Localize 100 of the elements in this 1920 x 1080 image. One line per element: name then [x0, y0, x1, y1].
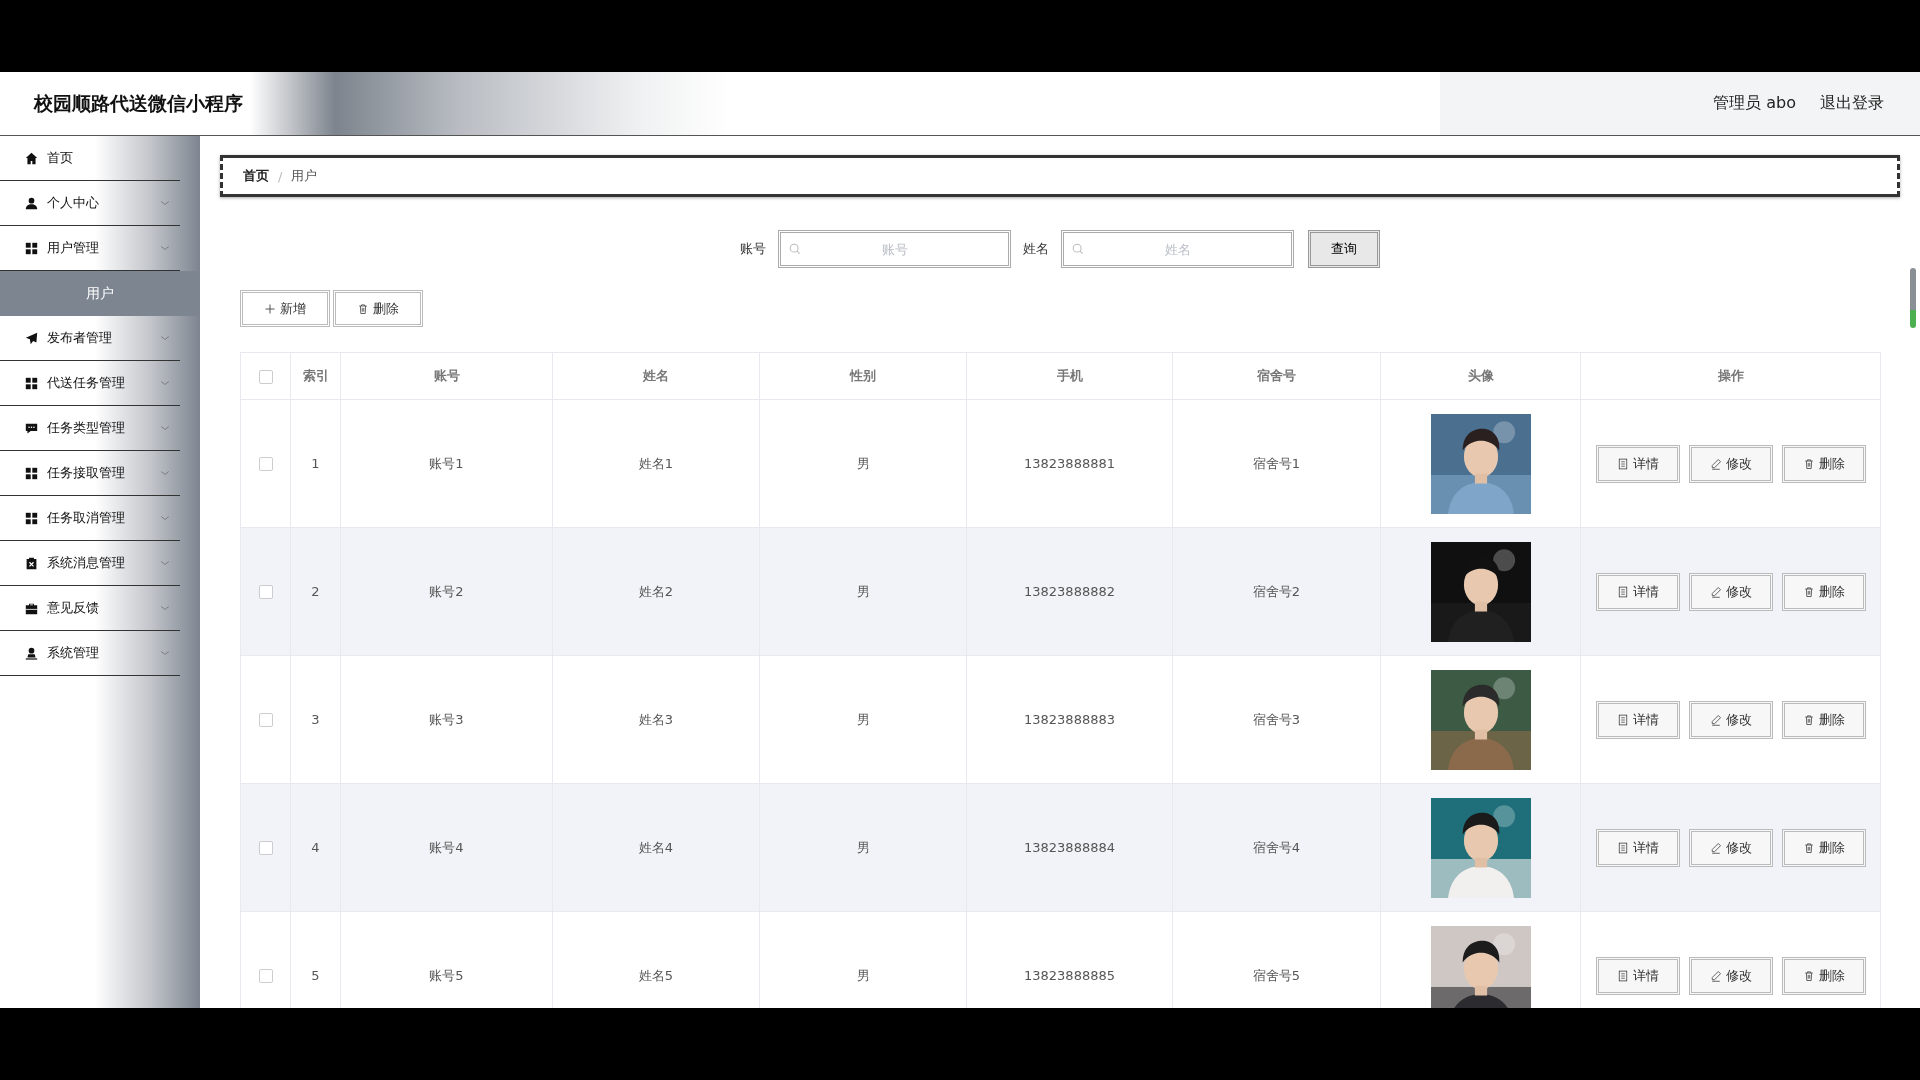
- sidebar-item[interactable]: 发布者管理: [0, 316, 180, 361]
- plus-icon: [264, 302, 276, 315]
- table-cell: 宿舍号1: [1252, 455, 1301, 471]
- delete-button[interactable]: 删除: [1781, 828, 1866, 867]
- column-header: 头像: [1467, 368, 1494, 383]
- sidebar-item[interactable]: 任务取消管理: [0, 496, 180, 541]
- logout-link[interactable]: 退出登录: [1820, 93, 1884, 114]
- table-cell: 男: [856, 711, 870, 727]
- trash-icon: [1802, 969, 1815, 982]
- row-checkbox[interactable]: [258, 585, 273, 600]
- table-cell: 宿舍号3: [1252, 711, 1301, 727]
- table-cell: 男: [856, 583, 870, 599]
- table-cell: 13823888884: [1024, 840, 1115, 855]
- table-cell: 账号5: [429, 967, 464, 983]
- table-cell: 13823888885: [1024, 968, 1115, 983]
- grid-icon: [25, 511, 38, 525]
- document-icon: [1616, 969, 1629, 982]
- search-field[interactable]: 姓名: [1061, 230, 1294, 268]
- pencil-icon: [1709, 969, 1722, 982]
- sidebar-item[interactable]: 任务接取管理: [0, 451, 180, 496]
- table-cell: 账号2: [429, 583, 464, 599]
- table-cell: 账号4: [429, 839, 464, 855]
- delete-button[interactable]: 删除: [1781, 572, 1866, 611]
- delete-button[interactable]: 删除: [1781, 700, 1866, 739]
- person-stamp-icon: [25, 646, 38, 660]
- document-icon: [1616, 457, 1629, 470]
- admin-name: 管理员 abo: [1713, 93, 1796, 114]
- edit-button[interactable]: 修改: [1688, 444, 1773, 483]
- trash-icon: [1802, 841, 1815, 854]
- table-cell: 2: [311, 584, 320, 599]
- search-icon: [788, 242, 802, 256]
- table-cell: 姓名4: [638, 839, 674, 855]
- pencil-icon: [1709, 841, 1722, 854]
- table-cell: 5: [311, 968, 320, 983]
- column-header: 账号: [433, 368, 460, 383]
- table-cell: 男: [856, 455, 870, 471]
- table-cell: 男: [856, 839, 870, 855]
- grid-icon: [25, 376, 38, 390]
- sidebar-item[interactable]: 代送任务管理: [0, 361, 180, 406]
- sidebar-item[interactable]: 首页: [0, 136, 180, 181]
- submenu-item[interactable]: 用户: [0, 271, 200, 316]
- detail-button[interactable]: 详情: [1595, 700, 1680, 739]
- table-cell: 13823888882: [1024, 584, 1115, 599]
- edit-button[interactable]: 修改: [1688, 700, 1773, 739]
- sidebar-item[interactable]: 系统消息管理: [0, 541, 180, 586]
- table-cell: 姓名3: [638, 711, 674, 727]
- trash-icon: [1802, 585, 1815, 598]
- column-header: 手机: [1056, 368, 1083, 383]
- breadcrumb-link[interactable]: 首页: [243, 167, 269, 185]
- column-header: 操作: [1717, 368, 1744, 383]
- breadcrumb-link[interactable]: 用户: [291, 167, 318, 185]
- paper-plane-icon: [25, 331, 38, 345]
- table-cell: 1: [311, 456, 320, 471]
- pencil-icon: [1709, 585, 1722, 598]
- grid-icon: [25, 241, 38, 255]
- table-cell: 姓名1: [638, 455, 674, 471]
- query-button[interactable]: 查询: [1308, 230, 1380, 268]
- row-checkbox[interactable]: [258, 841, 273, 856]
- table-cell: 宿舍号2: [1252, 583, 1301, 599]
- sidebar-item[interactable]: 意见反馈: [0, 586, 180, 631]
- table-cell: 13823888883: [1024, 712, 1115, 727]
- briefcase-icon: [25, 601, 38, 615]
- edit-button[interactable]: 修改: [1688, 828, 1773, 867]
- row-checkbox[interactable]: [258, 713, 273, 728]
- field-label: 姓名: [1023, 240, 1049, 258]
- select-all-checkbox[interactable]: [258, 369, 273, 384]
- user-icon: [25, 196, 38, 210]
- detail-button[interactable]: 详情: [1595, 956, 1680, 995]
- search-icon: [1071, 242, 1085, 256]
- table-cell: 宿舍号5: [1252, 967, 1301, 983]
- scrollbar-thumb[interactable]: [1910, 268, 1916, 328]
- edit-button[interactable]: 修改: [1688, 572, 1773, 611]
- table-cell: 男: [856, 967, 870, 983]
- table-cell: 账号1: [429, 455, 464, 471]
- table-cell: 4: [311, 840, 320, 855]
- detail-button[interactable]: 详情: [1595, 572, 1680, 611]
- sidebar-item[interactable]: 任务类型管理: [0, 406, 180, 451]
- sidebar-item[interactable]: 个人中心: [0, 181, 180, 226]
- column-header: 宿舍号: [1257, 368, 1296, 383]
- delete-button[interactable]: 删除: [1781, 444, 1866, 483]
- edit-button[interactable]: 修改: [1688, 956, 1773, 995]
- delete-button[interactable]: 删除: [1781, 956, 1866, 995]
- detail-button[interactable]: 详情: [1595, 828, 1680, 867]
- clipboard-icon: [25, 556, 38, 570]
- column-header: 性别: [850, 368, 876, 383]
- column-header: 姓名: [643, 368, 669, 383]
- table-cell: 账号3: [429, 711, 464, 727]
- app-title: 校园顺路代送微信小程序: [34, 90, 244, 116]
- detail-button[interactable]: 详情: [1595, 444, 1680, 483]
- breadcrumb-separator: /: [278, 168, 283, 184]
- field-label: 账号: [740, 240, 766, 258]
- row-checkbox[interactable]: [258, 457, 273, 472]
- sidebar-item[interactable]: 系统管理: [0, 631, 180, 676]
- search-field[interactable]: 账号: [778, 230, 1011, 268]
- delete-button[interactable]: 删除: [333, 290, 423, 327]
- pencil-icon: [1709, 713, 1722, 726]
- table-cell: 3: [311, 712, 320, 727]
- row-checkbox[interactable]: [258, 969, 273, 984]
- add-button[interactable]: 新增: [240, 290, 330, 327]
- trash-icon: [1802, 713, 1815, 726]
